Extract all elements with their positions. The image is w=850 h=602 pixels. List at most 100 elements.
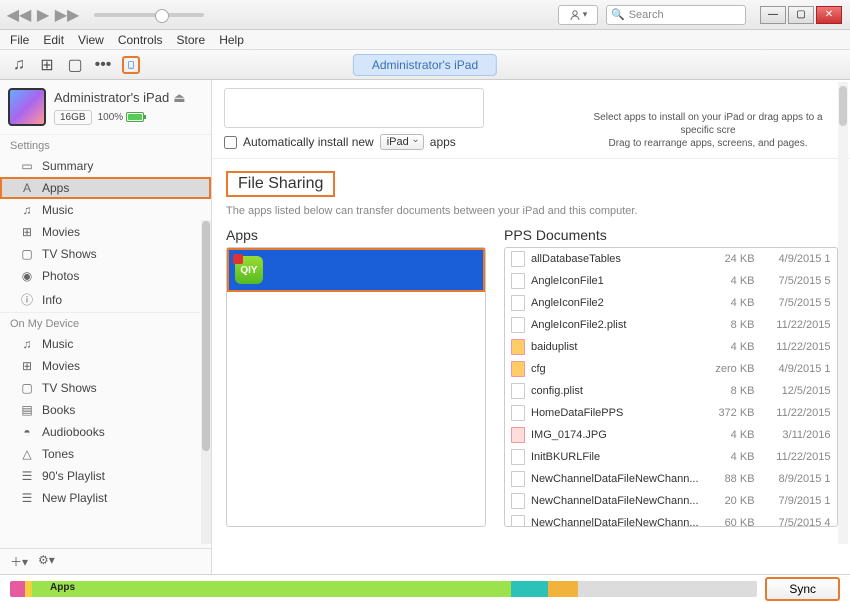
eject-icon[interactable]: ⏏ [173, 90, 185, 106]
content-scrollbar[interactable] [838, 82, 848, 544]
file-name: cfg [531, 363, 699, 375]
file-icon [511, 295, 525, 311]
file-size: 60 KB [705, 517, 755, 527]
sidebar-item-tv-shows[interactable]: ▢ TV Shows [0, 243, 211, 265]
doc-row[interactable]: HomeDataFilePPS372 KB11/22/2015 [505, 402, 837, 424]
device-name: Administrator's iPad ⏏ [54, 90, 203, 106]
menu-help[interactable]: Help [219, 33, 244, 47]
storage-segment [32, 581, 510, 597]
sidebar-item-icon: △ [20, 447, 34, 461]
file-date: 12/5/2015 [761, 385, 831, 397]
search-input[interactable]: 🔍 Search [606, 5, 746, 25]
apps-column-header: Apps [226, 227, 486, 243]
sidebar-item-tones[interactable]: △Tones [0, 443, 211, 465]
volume-slider[interactable] [94, 13, 204, 17]
close-button[interactable]: ✕ [816, 6, 842, 24]
sidebar-item-movies[interactable]: ⊞ Movies [0, 221, 211, 243]
file-icon [511, 317, 525, 333]
sidebar-item-icon: ⊞ [20, 225, 34, 239]
play-icon[interactable]: ▶ [32, 6, 54, 24]
sidebar-item-icon: ▤ [20, 403, 34, 417]
sidebar-item-icon: ▢ [20, 247, 34, 261]
file-name: baiduplist [531, 341, 699, 353]
doc-row[interactable]: baiduplist4 KB11/22/2015 [505, 336, 837, 358]
device-tab-icon[interactable] [122, 56, 140, 74]
file-name: allDatabaseTables [531, 253, 699, 265]
doc-row[interactable]: IMG_0174.JPG4 KB3/11/2016 [505, 424, 837, 446]
sidebar-item-label: Photos [42, 269, 79, 283]
more-icon[interactable]: ••• [94, 56, 112, 74]
sidebar-item-label: TV Shows [42, 247, 97, 261]
titlebar: ◀◀ ▶ ▶▶ ▾ 🔍 Search — ▢ ✕ [0, 0, 850, 30]
doc-row[interactable]: NewChannelDataFileNewChann...88 KB8/9/20… [505, 468, 837, 490]
top-area: Automatically install new iPad apps Sele… [212, 80, 850, 159]
menu-edit[interactable]: Edit [43, 33, 64, 47]
sidebar-item-apps[interactable]: AApps [0, 177, 211, 199]
sidebar-item-audiobooks[interactable]: ◓Audiobooks [0, 421, 211, 443]
sidebar-item-movies[interactable]: ⊞Movies [0, 355, 211, 377]
doc-row[interactable]: cfgzero KB4/9/2015 1 [505, 358, 837, 380]
sidebar-item-music[interactable]: ♫Music [0, 199, 211, 221]
sidebar-item-books[interactable]: ▤ Books [0, 399, 211, 421]
file-date: 11/22/2015 [761, 319, 831, 331]
menu-view[interactable]: View [78, 33, 104, 47]
doc-row[interactable]: allDatabaseTables24 KB4/9/2015 1 [505, 248, 837, 270]
file-sharing-subtitle: The apps listed below can transfer docum… [226, 205, 836, 217]
auto-install-suffix: apps [430, 135, 456, 149]
menu-controls[interactable]: Controls [118, 33, 163, 47]
file-icon [511, 471, 525, 487]
gear-icon[interactable]: ⚙▾ [38, 553, 55, 570]
documents-list[interactable]: allDatabaseTables24 KB4/9/2015 1AngleIco… [504, 247, 838, 527]
minimize-button[interactable]: — [760, 6, 786, 24]
file-date: 8/9/2015 1 [761, 473, 831, 485]
sidebar-item-summary[interactable]: ▭Summary [0, 155, 211, 177]
sidebar-item-label: New Playlist [42, 491, 107, 505]
file-size: 20 KB [705, 495, 755, 507]
sidebar-item-new-playlist[interactable]: ☰New Playlist [0, 487, 211, 509]
device-pill[interactable]: Administrator's iPad [353, 54, 497, 76]
menu-file[interactable]: File [10, 33, 29, 47]
sidebar-item-photos[interactable]: ◉Photos [0, 265, 211, 287]
sidebar-item-label: Info [42, 293, 62, 307]
sidebar-item-label: Movies [42, 225, 80, 239]
storage-bar: Apps [10, 581, 757, 597]
ondevice-header: On My Device [0, 312, 211, 333]
sidebar-item-music[interactable]: ♫Music [0, 333, 211, 355]
account-button[interactable]: ▾ [558, 5, 598, 25]
doc-row[interactable]: NewChannelDataFileNewChann...20 KB7/9/20… [505, 490, 837, 512]
add-button[interactable]: ＋▾ [10, 553, 28, 570]
next-icon[interactable]: ▶▶ [56, 6, 78, 24]
sync-button[interactable]: Sync [765, 577, 840, 601]
movies-tab-icon[interactable]: ⊞ [38, 56, 56, 74]
file-name: AngleIconFile1 [531, 275, 699, 287]
sidebar-item-icon: ♫ [20, 203, 34, 217]
file-size: 4 KB [705, 297, 755, 309]
doc-row[interactable]: NewChannelDataFileNewChann...60 KB7/5/20… [505, 512, 837, 527]
sidebar-item-90-s-playlist[interactable]: ☰90's Playlist [0, 465, 211, 487]
doc-row[interactable]: AngleIconFile24 KB7/5/2015 5 [505, 292, 837, 314]
sidebar-item-info[interactable]: ⓘInfo [0, 287, 211, 312]
sidebar-item-icon: ▢ [20, 381, 34, 395]
doc-row[interactable]: config.plist8 KB12/5/2015 [505, 380, 837, 402]
sidebar-scrollbar[interactable] [201, 220, 211, 544]
file-icon [511, 383, 525, 399]
menu-store[interactable]: Store [177, 33, 206, 47]
sidebar-item-label: TV Shows [42, 381, 97, 395]
sidebar-item-label: Movies [42, 359, 80, 373]
music-tab-icon[interactable]: ♫ [10, 56, 28, 74]
sidebar-item-tv-shows[interactable]: ▢ TV Shows [0, 377, 211, 399]
sidebar-item-label: Books [42, 403, 75, 417]
file-date: 3/11/2016 [761, 429, 831, 441]
maximize-button[interactable]: ▢ [788, 6, 814, 24]
app-row[interactable]: QIY [227, 248, 485, 292]
doc-row[interactable]: InitBKURLFile4 KB11/22/2015 [505, 446, 837, 468]
prev-icon[interactable]: ◀◀ [8, 6, 30, 24]
auto-install-checkbox[interactable] [224, 136, 237, 149]
battery-icon [126, 112, 144, 122]
doc-row[interactable]: AngleIconFile14 KB7/5/2015 5 [505, 270, 837, 292]
apps-list[interactable]: QIY [226, 247, 486, 527]
auto-install-select[interactable]: iPad [380, 134, 424, 150]
file-icon [511, 273, 525, 289]
tv-tab-icon[interactable]: ▢ [66, 56, 84, 74]
doc-row[interactable]: AngleIconFile2.plist8 KB11/22/2015 [505, 314, 837, 336]
